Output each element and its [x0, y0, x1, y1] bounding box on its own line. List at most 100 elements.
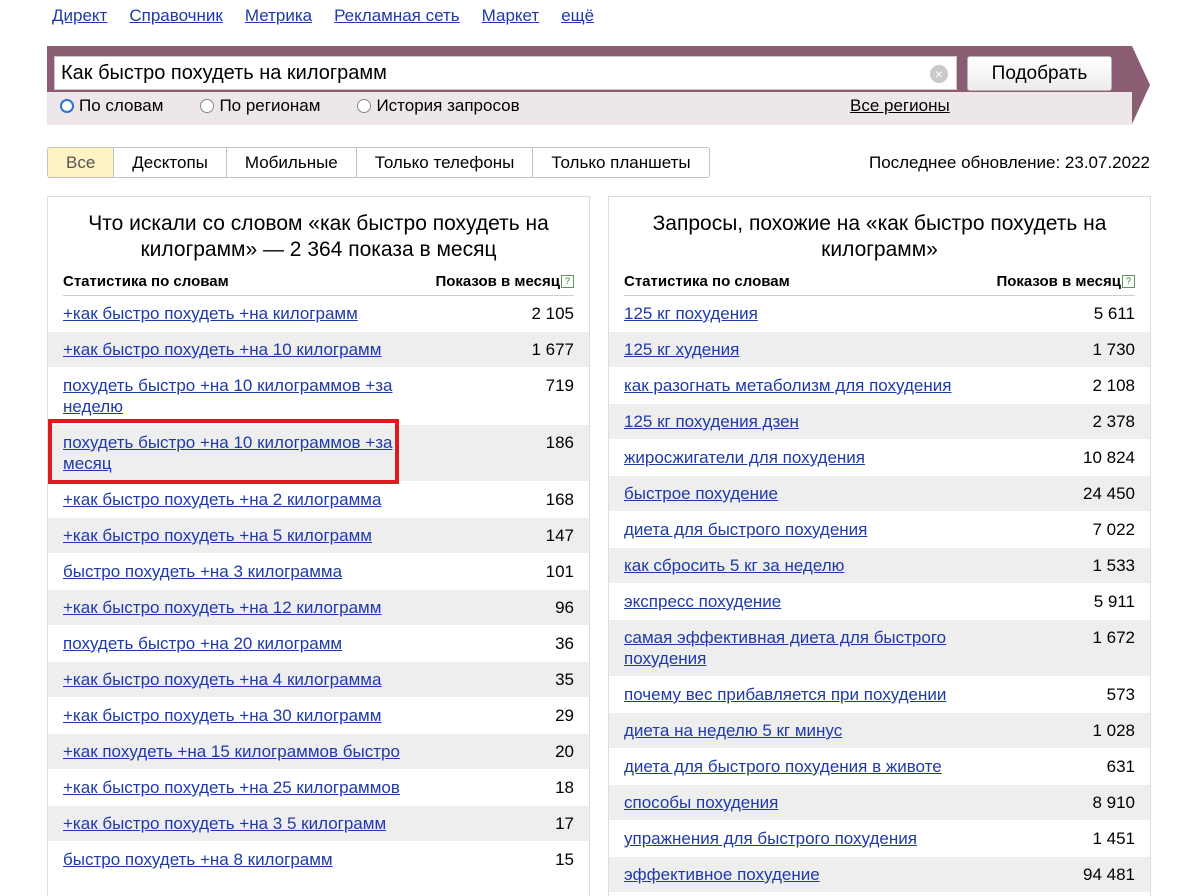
- radio-unchecked-icon[interactable]: [357, 99, 372, 113]
- shows-count: 101: [545, 562, 574, 581]
- all-regions-link[interactable]: Все регионы: [850, 96, 950, 116]
- query-link[interactable]: как сбросить 5 кг за неделю: [624, 555, 844, 576]
- query-link[interactable]: 125 кг худения: [624, 339, 739, 360]
- clear-icon[interactable]: ×: [930, 65, 948, 83]
- nav-link-more[interactable]: ещё: [561, 6, 594, 26]
- shows-count: 5 911: [1093, 592, 1135, 611]
- help-icon[interactable]: ?: [1122, 275, 1135, 288]
- query-link[interactable]: упражнения для быстрого похудения: [624, 828, 917, 849]
- right-rows: 125 кг похудения 5 611 125 кг худения 1 730…: [609, 296, 1150, 893]
- shows-count: 7 022: [1092, 520, 1135, 539]
- left-rows: +как быстро похудеть +на килограмм 2 105 +…: [48, 296, 589, 878]
- tab-tablets-only[interactable]: Только планшеты: [533, 147, 710, 178]
- right-column: Запросы, похожие на «как быстро похудеть…: [608, 196, 1151, 896]
- shows-count: 18: [555, 778, 574, 797]
- query-link[interactable]: похудеть быстро +на 10 килограммов +за н…: [63, 375, 423, 417]
- shows-count: 35: [555, 670, 574, 689]
- query-link[interactable]: быстрое похудение: [624, 483, 778, 504]
- shows-count: 1 672: [1092, 628, 1135, 647]
- nav-link-metrika[interactable]: Метрика: [245, 6, 312, 26]
- mode-label: По регионам: [219, 96, 321, 115]
- search-panel-arrow: [1132, 46, 1150, 124]
- shows-count: 2 105: [531, 304, 574, 323]
- tab-mobile[interactable]: Мобильные: [226, 147, 357, 178]
- nav-link-reference[interactable]: Справочник: [129, 6, 223, 26]
- shows-count: 1 533: [1092, 556, 1135, 575]
- table-row: похудеть быстро +на 10 килограммов +за м…: [48, 425, 589, 482]
- mode-history[interactable]: История запросов: [357, 96, 520, 116]
- query-link[interactable]: +как быстро похудеть +на килограмм: [63, 303, 358, 324]
- query-link[interactable]: +как быстро похудеть +на 2 килограмма: [63, 489, 381, 510]
- tab-desktops[interactable]: Десктопы: [114, 147, 227, 178]
- shows-count: 29: [555, 706, 574, 725]
- table-row: 125 кг худения 1 730: [609, 332, 1150, 368]
- query-link[interactable]: самая эффективная диета для быстрого пох…: [624, 627, 984, 669]
- query-link[interactable]: +как быстро похудеть +на 25 килограммов: [63, 777, 400, 798]
- shows-count: 2 108: [1092, 376, 1135, 395]
- table-row: +как быстро похудеть +на 10 килограмм 1 6…: [48, 332, 589, 368]
- query-link[interactable]: эффективное похудение: [624, 864, 820, 885]
- query-link[interactable]: +как быстро похудеть +на 30 килограмм: [63, 705, 381, 726]
- tab-phones-only[interactable]: Только телефоны: [356, 147, 534, 178]
- query-link[interactable]: диета для быстрого похудения в животе: [624, 756, 942, 777]
- radio-checked-icon[interactable]: [60, 99, 74, 113]
- query-link[interactable]: диета на неделю 5 кг минус: [624, 720, 842, 741]
- mode-by-regions[interactable]: По регионам: [200, 96, 320, 116]
- table-row: 125 кг похудения 5 611: [624, 296, 1135, 332]
- nav-link-direct[interactable]: Директ: [52, 6, 107, 26]
- nav-link-market[interactable]: Маркет: [482, 6, 540, 26]
- nav-link-ad-network[interactable]: Рекламная сеть: [334, 6, 460, 26]
- table-row: диета для быстрого похудения 7 022: [624, 512, 1135, 548]
- query-link[interactable]: +как быстро похудеть +на 5 килограмм: [63, 525, 372, 546]
- query-link[interactable]: похудеть быстро +на 10 килограммов +за м…: [63, 432, 423, 474]
- left-column: Что искали со словом «как быстро похудет…: [47, 196, 590, 896]
- query-link[interactable]: +как быстро похудеть +на 10 килограмм: [63, 339, 381, 360]
- query-link[interactable]: похудеть быстро +на 20 килограмм: [63, 633, 342, 654]
- query-link[interactable]: +как быстро похудеть +на 12 килограмм: [63, 597, 381, 618]
- pick-button[interactable]: Подобрать: [967, 56, 1112, 91]
- query-link[interactable]: жиросжигатели для похудения: [624, 447, 865, 468]
- table-row: способы похудения 8 910: [609, 785, 1150, 821]
- col-header-shows: Показов в месяц?: [435, 273, 574, 295]
- tab-all[interactable]: Все: [47, 147, 115, 178]
- table-row: +как быстро похудеть +на 4 килограмма 35: [48, 662, 589, 698]
- mode-by-words[interactable]: По словам: [60, 96, 163, 116]
- query-link[interactable]: +как похудеть +на 15 килограммов быстро: [63, 741, 400, 762]
- mode-label: История запросов: [376, 96, 520, 115]
- shows-count: 5 611: [1093, 304, 1135, 323]
- query-link[interactable]: как разогнать метаболизм для похудения: [624, 375, 951, 396]
- query-link[interactable]: способы похудения: [624, 792, 778, 813]
- query-link[interactable]: быстро похудеть +на 8 килограмм: [63, 849, 333, 870]
- query-link[interactable]: быстро похудеть +на 3 килограмма: [63, 561, 342, 582]
- shows-count: 719: [545, 376, 574, 395]
- table-row: +как быстро похудеть +на 5 килограмм 147: [48, 518, 589, 554]
- table-row: самая эффективная диета для быстрого пох…: [609, 620, 1150, 677]
- table-row: похудеть быстро +на 10 килограммов +за н…: [63, 368, 574, 425]
- query-link[interactable]: +как быстро похудеть +на 3 5 килограмм: [63, 813, 386, 834]
- table-row: как разогнать метаболизм для похудения 2 …: [624, 368, 1135, 404]
- radio-unchecked-icon[interactable]: [200, 99, 215, 113]
- search-input[interactable]: [61, 60, 921, 86]
- table-row: экспресс похудение 5 911: [624, 584, 1135, 620]
- table-row: эффективное похудение 94 481: [609, 857, 1150, 893]
- table-row: быстро похудеть +на 8 килограмм 15: [63, 842, 574, 878]
- query-link[interactable]: экспресс похудение: [624, 591, 781, 612]
- query-link[interactable]: +как быстро похудеть +на 4 килограмма: [63, 669, 381, 690]
- col-header-shows: Показов в месяц?: [996, 273, 1135, 295]
- query-link[interactable]: почему вес прибавляется при похудении: [624, 684, 946, 705]
- table-row: +как быстро похудеть +на 25 килограммов 1…: [63, 770, 574, 806]
- table-row: диета на неделю 5 кг минус 1 028: [609, 713, 1150, 749]
- query-link[interactable]: 125 кг похудения дзен: [624, 411, 799, 432]
- query-link[interactable]: 125 кг похудения: [624, 303, 758, 324]
- shows-count: 1 451: [1092, 829, 1135, 848]
- search-box: ×: [54, 56, 957, 90]
- shows-count: 147: [545, 526, 574, 545]
- shows-count: 186: [545, 433, 574, 452]
- help-icon[interactable]: ?: [561, 275, 574, 288]
- query-link[interactable]: диета для быстрого похудения: [624, 519, 867, 540]
- shows-count: 1 028: [1092, 721, 1135, 740]
- right-table-header: Статистика по словам Показов в месяц?: [624, 273, 1135, 296]
- shows-count: 15: [555, 850, 574, 869]
- table-row: 125 кг похудения дзен 2 378: [609, 404, 1150, 440]
- table-row: быстро похудеть +на 3 килограмма 101: [63, 554, 574, 590]
